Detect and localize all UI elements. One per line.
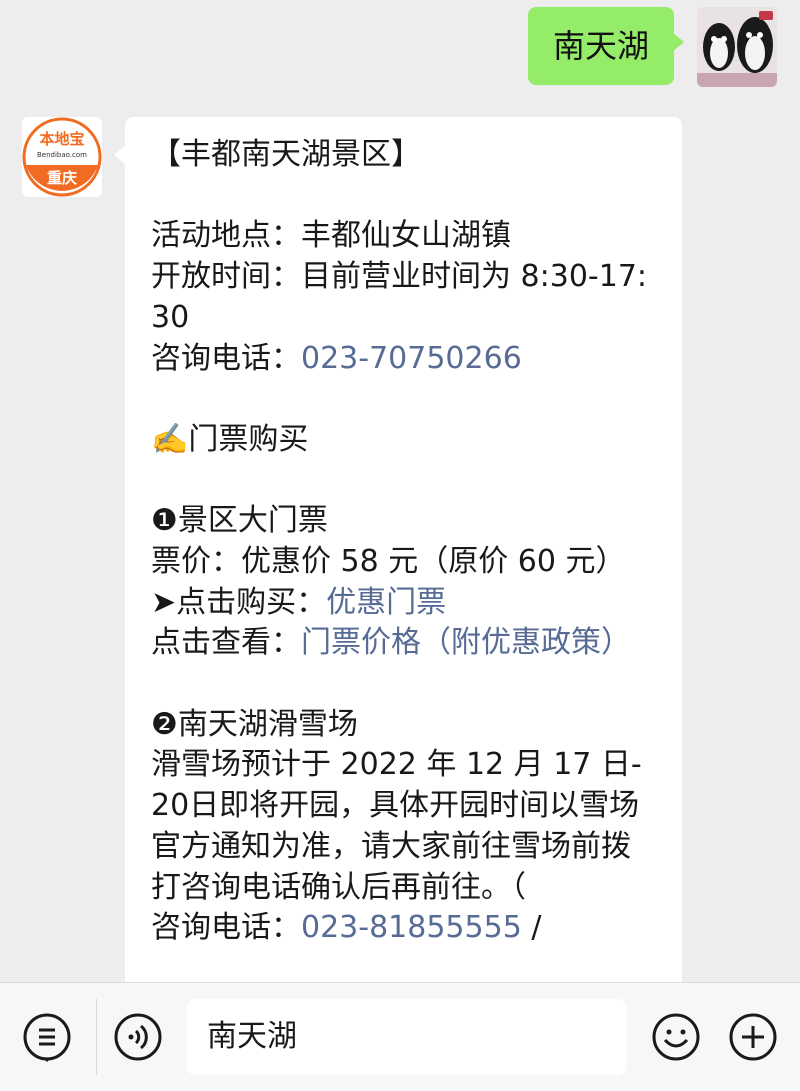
item1-heading: ❶景区大门票 bbox=[151, 501, 660, 542]
message-body: 【丰都南天湖景区】 活动地点：丰都仙女山湖镇 开放时间：目前营业时间为 8:30… bbox=[151, 135, 660, 949]
hours-line: 开放时间：目前营业时间为 8:30-17:30 bbox=[151, 259, 648, 335]
phone-line: 咨询电话：023-70750266 bbox=[151, 339, 660, 380]
phone2-label: 咨询电话： bbox=[151, 910, 301, 946]
penguin-avatar-icon bbox=[697, 7, 777, 87]
outgoing-message-text: 南天湖 bbox=[552, 27, 649, 65]
view-prefix: 点击查看： bbox=[151, 625, 301, 661]
emoji-icon[interactable] bbox=[651, 1012, 701, 1062]
logo-text-top: 本地宝 bbox=[39, 130, 84, 148]
bot-avatar[interactable]: 本地宝 Bendibao.com 重庆 bbox=[22, 117, 102, 197]
ticket-heading: ✍️门票购买 bbox=[151, 420, 660, 461]
item2-heading: ❷南天湖滑雪场 bbox=[151, 705, 660, 746]
logo-text-bottom: 重庆 bbox=[47, 169, 77, 187]
menu-list-icon[interactable] bbox=[22, 1012, 72, 1062]
logo-text-url: Bendibao.com bbox=[37, 151, 87, 159]
view-link[interactable]: 门票价格（附优惠政策） bbox=[301, 625, 631, 660]
outgoing-message-bubble[interactable]: 南天湖 bbox=[528, 7, 674, 85]
buy-line: ➤点击购买：优惠门票 bbox=[151, 583, 660, 624]
item1-price: 票价：优惠价 58 元（原价 60 元） bbox=[151, 543, 626, 579]
buy-link[interactable]: 优惠门票 bbox=[326, 585, 446, 620]
outgoing-bubble-tail bbox=[672, 32, 684, 52]
ticket-heading-text: 门票购买 bbox=[188, 421, 309, 457]
phone2-suffix: / bbox=[521, 910, 542, 946]
item2-title: 南天湖滑雪场 bbox=[177, 706, 358, 742]
voice-icon[interactable] bbox=[113, 1012, 163, 1062]
bendibao-logo-icon: 本地宝 Bendibao.com 重庆 bbox=[22, 117, 102, 197]
message-input[interactable]: 南天湖 bbox=[187, 999, 626, 1075]
item2-description: 滑雪场预计于 2022 年 12 月 17 日-20日即将开园，具体开园时间以雪… bbox=[151, 747, 642, 905]
plus-icon[interactable] bbox=[728, 1012, 778, 1062]
location-line: 活动地点：丰都仙女山湖镇 bbox=[151, 218, 511, 254]
user-avatar[interactable] bbox=[697, 7, 777, 87]
buy-prefix: ➤点击购买： bbox=[151, 584, 327, 620]
phone-label: 咨询电话： bbox=[151, 340, 301, 376]
incoming-message-bubble[interactable]: 【丰都南天湖景区】 活动地点：丰都仙女山湖镇 开放时间：目前营业时间为 8:30… bbox=[125, 117, 682, 1017]
view-line: 点击查看：门票价格（附优惠政策） bbox=[151, 623, 660, 664]
message-title: 【丰都南天湖景区】 bbox=[151, 137, 421, 172]
input-bar-divider bbox=[96, 999, 97, 1075]
writing-hand-icon: ✍️ bbox=[151, 421, 189, 457]
number-two-icon: ❷ bbox=[151, 706, 178, 742]
phone-link[interactable]: 023-70750266 bbox=[301, 341, 522, 376]
chat-input-bar: 南天湖 bbox=[0, 982, 800, 1091]
number-one-icon: ❶ bbox=[151, 503, 178, 539]
item1-title: 景区大门票 bbox=[177, 503, 328, 539]
message-input-value: 南天湖 bbox=[207, 1019, 297, 1054]
phone2-line: 咨询电话：023-81855555 / bbox=[151, 908, 660, 949]
phone2-link[interactable]: 023-81855555 bbox=[301, 910, 522, 945]
